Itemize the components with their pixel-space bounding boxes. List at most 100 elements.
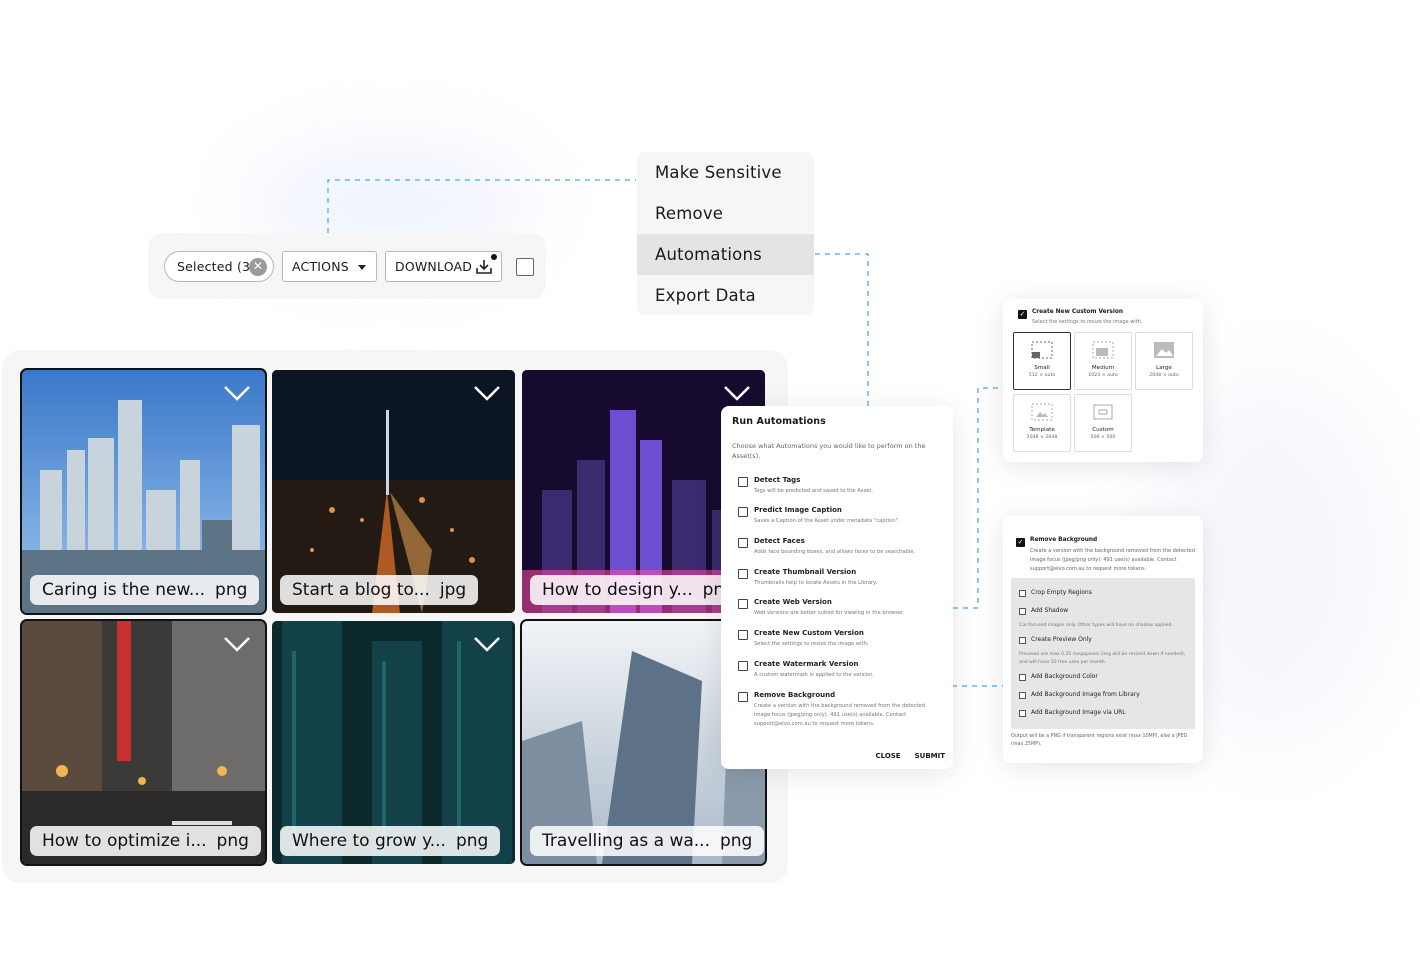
- option-desc: A custom watermark is applied to the ver…: [754, 672, 874, 678]
- crop-icon: [1031, 341, 1053, 359]
- option-title: Predict Image Caption: [754, 506, 842, 514]
- checkbox[interactable]: [738, 477, 748, 487]
- chevron-down-icon[interactable]: [723, 384, 751, 402]
- option-title: Create New Custom Version: [754, 629, 864, 637]
- download-icon: [476, 260, 492, 274]
- checkbox[interactable]: [1019, 692, 1026, 699]
- checkbox[interactable]: [738, 630, 748, 640]
- menu-item-export-data[interactable]: Export Data: [637, 275, 814, 315]
- shadow-note: Car-focused images only. Other types wil…: [1019, 623, 1173, 628]
- panel-desc: Create a version with the background rem…: [1030, 548, 1195, 572]
- checkbox[interactable]: [738, 599, 748, 609]
- selection-toolbar: Selected (3) ✕ ACTIONS DOWNLOAD: [148, 233, 546, 299]
- dialog-title: Run Automations: [732, 416, 826, 427]
- submit-button[interactable]: SUBMIT: [915, 752, 945, 760]
- size-dims: 2048 × auto: [1149, 373, 1179, 378]
- option-desc: Adds face bounding boxes, and allows fac…: [754, 549, 916, 555]
- size-option-small[interactable]: Small 512 × auto: [1013, 332, 1071, 390]
- selected-count-label: Selected (3): [177, 259, 256, 274]
- option-label: Create Preview Only: [1031, 636, 1092, 643]
- size-name: Medium: [1091, 365, 1115, 371]
- clear-selection-icon[interactable]: ✕: [249, 258, 267, 276]
- size-option-template[interactable]: Template 2048 × 2048: [1013, 394, 1071, 452]
- asset-name: How to optimize i...: [42, 831, 207, 851]
- menu-item-automations[interactable]: Automations: [637, 234, 814, 275]
- selected-count-chip[interactable]: Selected (3) ✕: [164, 251, 274, 282]
- option-title: Create Web Version: [754, 598, 832, 606]
- option-desc: Thumbnails help to locate Assets in the …: [754, 580, 878, 586]
- size-name: Large: [1156, 365, 1172, 371]
- asset-name: Start a blog to...: [292, 580, 430, 600]
- checkbox-checked[interactable]: ✓: [1016, 538, 1025, 547]
- actions-menu: Make Sensitive Remove Automations Export…: [637, 152, 814, 315]
- asset-ext: png: [215, 580, 248, 600]
- option-label: Crop Empty Regions: [1031, 589, 1092, 596]
- template-icon: [1031, 403, 1053, 421]
- size-option-medium[interactable]: Medium 1024 × auto: [1074, 332, 1132, 390]
- actions-label: ACTIONS: [292, 259, 349, 274]
- option-desc: Tags will be predicted and saved to the …: [754, 488, 874, 494]
- asset-card[interactable]: Caring is the new... png: [20, 368, 267, 615]
- download-button[interactable]: DOWNLOAD: [385, 251, 502, 282]
- option-label: Add Background Color: [1031, 673, 1098, 680]
- dialog-subtitle: Choose what Automations you would like t…: [732, 442, 926, 460]
- asset-name: Where to grow y...: [292, 831, 446, 851]
- size-name: Custom: [1092, 427, 1114, 433]
- asset-card[interactable]: Start a blog to... jpg: [272, 370, 515, 613]
- size-name: Template: [1029, 427, 1055, 433]
- menu-item-remove[interactable]: Remove: [637, 193, 814, 234]
- asset-label: How to design y... png: [530, 575, 747, 605]
- option-label: Add Background Image via URL: [1031, 709, 1126, 716]
- run-automations-dialog: Run Automations Choose what Automations …: [721, 406, 953, 769]
- checkbox-checked[interactable]: ✓: [1018, 310, 1027, 319]
- option-title: Detect Tags: [754, 476, 801, 484]
- checkbox[interactable]: [738, 538, 748, 548]
- remove-background-panel: ✓ Remove Background Create a version wit…: [1003, 516, 1203, 763]
- chevron-down-icon[interactable]: [473, 635, 501, 653]
- chevron-down-icon[interactable]: [223, 384, 251, 402]
- panel-title: Create New Custom Version: [1032, 309, 1123, 315]
- asset-card[interactable]: How to optimize i... png: [20, 619, 267, 866]
- select-all-checkbox[interactable]: [516, 258, 534, 276]
- checkbox[interactable]: [1019, 674, 1026, 681]
- checkbox[interactable]: [1019, 637, 1026, 644]
- preview-note: Previews are max 0.25 megapixels (img wi…: [1019, 652, 1186, 665]
- checkbox[interactable]: [1019, 590, 1026, 597]
- size-name: Small: [1034, 365, 1050, 371]
- size-option-custom[interactable]: Custom 500 × 500: [1074, 394, 1132, 452]
- checkbox[interactable]: [738, 661, 748, 671]
- checkbox[interactable]: [1019, 710, 1026, 717]
- size-dims: 1024 × auto: [1088, 373, 1118, 378]
- menu-item-make-sensitive[interactable]: Make Sensitive: [637, 152, 814, 193]
- asset-label: Travelling as a wa... png: [530, 826, 765, 856]
- panel-title: Remove Background: [1030, 537, 1098, 543]
- option-title: Remove Background: [754, 691, 836, 699]
- option-desc: Select the settings to resize the image …: [754, 641, 869, 647]
- checkbox[interactable]: [738, 692, 748, 702]
- download-label: DOWNLOAD: [395, 259, 473, 274]
- checkbox[interactable]: [738, 507, 748, 517]
- custom-size-icon: [1093, 404, 1113, 420]
- option-title: Create Thumbnail Version: [754, 568, 857, 576]
- option-desc: Saves a Caption of the Asset under metad…: [754, 518, 900, 524]
- asset-ext: png: [216, 831, 249, 851]
- asset-label: Start a blog to... jpg: [280, 575, 479, 605]
- asset-name: How to design y...: [542, 580, 693, 600]
- checkbox[interactable]: [738, 569, 748, 579]
- option-label: Add Shadow: [1031, 607, 1069, 614]
- asset-name: Travelling as a wa...: [542, 831, 710, 851]
- chevron-down-icon[interactable]: [473, 384, 501, 402]
- option-desc: Create a version with the background rem…: [754, 703, 926, 727]
- asset-name: Caring is the new...: [42, 580, 206, 600]
- asset-card[interactable]: Where to grow y... png: [272, 621, 515, 864]
- actions-button[interactable]: ACTIONS: [282, 251, 377, 282]
- size-option-large[interactable]: Large 2048 × auto: [1135, 332, 1193, 390]
- close-button[interactable]: CLOSE: [875, 752, 900, 760]
- asset-label: Caring is the new... png: [30, 575, 260, 605]
- size-dims: 512 × auto: [1028, 373, 1056, 378]
- image-icon: [1154, 342, 1174, 358]
- custom-version-panel: ✓ Create New Custom Version Select the s…: [1003, 299, 1203, 462]
- checkbox[interactable]: [1019, 608, 1026, 615]
- option-desc: Web versions are better suited for viewi…: [754, 610, 905, 616]
- chevron-down-icon[interactable]: [223, 635, 251, 653]
